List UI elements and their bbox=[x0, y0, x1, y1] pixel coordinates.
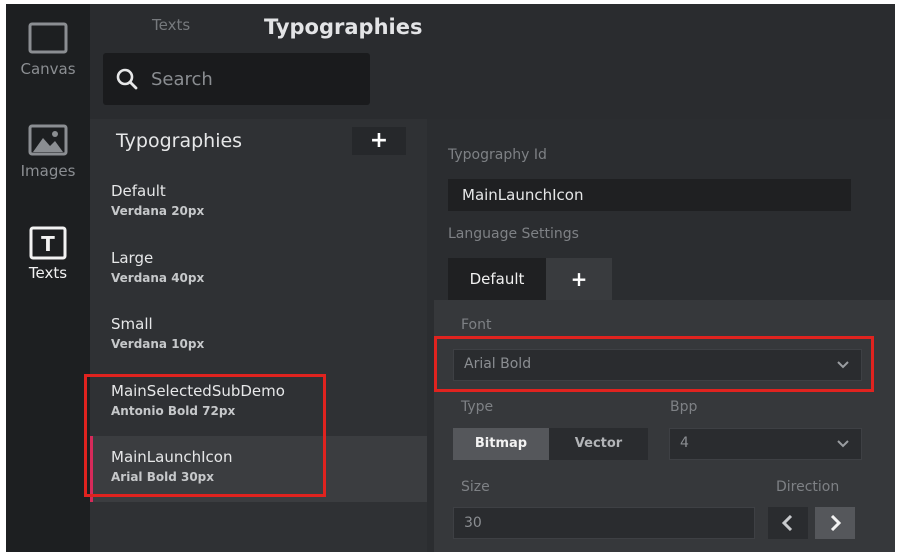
add-language-button[interactable]: + bbox=[546, 258, 612, 300]
list-item-font: Arial Bold 30px bbox=[111, 470, 215, 484]
header: Texts Typographies bbox=[90, 4, 895, 119]
typography-list-panel: Typographies + Default Verdana 20px Larg… bbox=[90, 119, 427, 552]
list-item-font: Verdana 40px bbox=[111, 271, 205, 285]
list-item-name: Small bbox=[111, 315, 153, 333]
type-label: Type bbox=[461, 399, 494, 415]
chevron-down-icon bbox=[837, 440, 849, 448]
rail-item-canvas[interactable]: Canvas bbox=[6, 22, 90, 102]
list-item[interactable]: Default Verdana 20px bbox=[90, 170, 427, 236]
bpp-select[interactable]: 4 bbox=[669, 428, 862, 460]
list-title: Typographies bbox=[116, 130, 243, 152]
list-item-font: Antonio Bold 72px bbox=[111, 404, 236, 418]
typography-id-label: Typography Id bbox=[448, 147, 547, 163]
font-select[interactable]: Arial Bold bbox=[453, 349, 862, 381]
typography-id-input[interactable] bbox=[448, 179, 851, 211]
canvas-icon bbox=[28, 22, 68, 54]
list-item-name: Large bbox=[111, 249, 154, 267]
typography-detail-panel: Typography Id Language Settings Default … bbox=[427, 119, 895, 552]
left-icon-rail: Canvas Images T Texts bbox=[6, 4, 90, 552]
size-label: Size bbox=[461, 479, 490, 495]
direction-left-button[interactable] bbox=[768, 507, 808, 539]
direction-right-button[interactable] bbox=[815, 507, 855, 539]
list-item[interactable]: MainSelectedSubDemo Antonio Bold 72px bbox=[90, 370, 427, 436]
rail-label-texts: Texts bbox=[28, 264, 68, 282]
font-select-value: Arial Bold bbox=[464, 356, 532, 372]
search-input[interactable] bbox=[151, 63, 356, 95]
size-input[interactable] bbox=[453, 507, 755, 539]
svg-text:T: T bbox=[41, 232, 55, 256]
image-icon bbox=[28, 124, 68, 156]
tab-texts[interactable]: Texts bbox=[152, 16, 190, 34]
search-icon bbox=[116, 68, 138, 90]
list-item-selected[interactable]: MainLaunchIcon Arial Bold 30px bbox=[90, 436, 427, 502]
type-toggle: Bitmap Vector bbox=[453, 428, 648, 460]
rail-label-images: Images bbox=[20, 162, 76, 180]
text-icon: T bbox=[29, 226, 67, 260]
list-item-name: Default bbox=[111, 182, 166, 200]
type-bitmap-button[interactable]: Bitmap bbox=[453, 428, 549, 460]
chevron-right-icon bbox=[830, 515, 842, 531]
direction-label: Direction bbox=[776, 479, 840, 495]
add-typography-button[interactable]: + bbox=[352, 127, 406, 155]
page-title: Typographies bbox=[264, 15, 423, 39]
font-label: Font bbox=[461, 317, 492, 333]
tab-language-default[interactable]: Default bbox=[448, 258, 546, 300]
list-item[interactable]: Large Verdana 40px bbox=[90, 237, 427, 303]
search-box[interactable] bbox=[103, 53, 370, 105]
chevron-left-icon bbox=[781, 515, 793, 531]
bpp-label: Bpp bbox=[670, 399, 698, 415]
chevron-down-icon bbox=[837, 361, 849, 369]
language-settings-label: Language Settings bbox=[448, 226, 579, 242]
rail-item-images[interactable]: Images bbox=[6, 124, 90, 204]
list-item-font: Verdana 10px bbox=[111, 337, 205, 351]
bpp-select-value: 4 bbox=[680, 435, 689, 451]
list-item-name: MainLaunchIcon bbox=[111, 448, 233, 466]
rail-label-canvas: Canvas bbox=[20, 60, 76, 78]
list-item-name: MainSelectedSubDemo bbox=[111, 382, 285, 400]
list-item-font: Verdana 20px bbox=[111, 204, 205, 218]
rail-item-texts[interactable]: T Texts bbox=[6, 226, 90, 306]
type-vector-button[interactable]: Vector bbox=[549, 428, 648, 460]
app-window: Canvas Images T Texts Texts Typographies bbox=[6, 4, 895, 552]
list-item[interactable]: Small Verdana 10px bbox=[90, 303, 427, 369]
